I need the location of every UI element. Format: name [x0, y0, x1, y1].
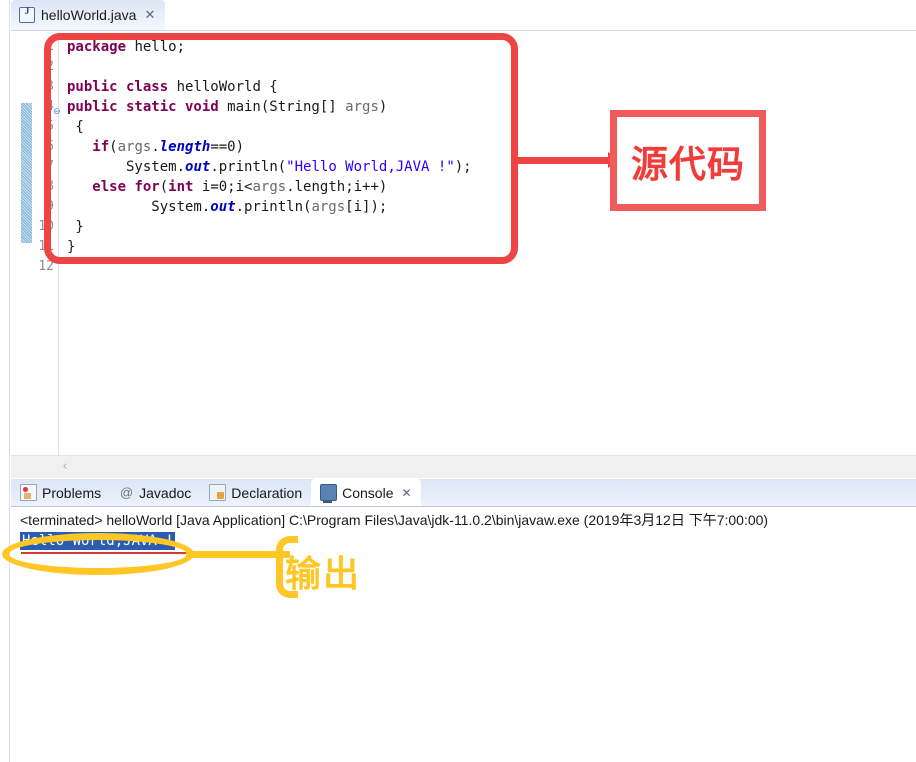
- javadoc-icon: @: [120, 485, 134, 500]
- editor-line-number-gutter: 1 2 3 4 5 6 7 8 9 10 11 12 ⊖: [11, 31, 61, 460]
- code-token: out: [210, 199, 236, 215]
- line-number: 1: [46, 39, 54, 54]
- code-line[interactable]: package hello;: [67, 37, 185, 57]
- line-number: 9: [46, 199, 54, 214]
- editor-tab-helloworld-java[interactable]: helloWorld.java ✕: [11, 0, 166, 30]
- code-token: (: [109, 139, 118, 155]
- editor-tab-label: helloWorld.java: [41, 7, 137, 23]
- code-token: System.: [67, 199, 211, 215]
- code-token: .println(: [210, 159, 287, 175]
- code-token: }: [67, 239, 76, 255]
- code-token: args: [117, 139, 152, 155]
- line-number: 6: [46, 139, 54, 154]
- annotation-output-line: [186, 551, 290, 558]
- code-token: hello;: [126, 39, 186, 55]
- code-token: int: [168, 179, 194, 195]
- bottom-tab-label: Problems: [42, 484, 102, 501]
- bottom-tab-problems[interactable]: Problems: [11, 479, 110, 506]
- code-token: (: [159, 179, 169, 195]
- line-number: 11: [38, 239, 54, 254]
- code-line[interactable]: {: [67, 117, 84, 137]
- spell-underline: [21, 552, 191, 554]
- annotation-source-code-arrow-line: [512, 157, 616, 164]
- code-token: main(String[]: [218, 99, 346, 115]
- code-line[interactable]: }: [67, 237, 75, 257]
- code-token: .length;i++): [286, 179, 388, 195]
- code-token: ): [378, 99, 388, 115]
- code-token: args: [311, 199, 346, 215]
- close-icon[interactable]: ✕: [144, 7, 155, 23]
- eclipse-ide-window: helloWorld.java ✕ 123456789101112 ⊖ pack…: [0, 0, 916, 762]
- code-token: out: [185, 159, 211, 175]
- line-number: 12: [38, 259, 54, 274]
- line-number: 7: [46, 159, 54, 174]
- code-token: );: [454, 159, 472, 175]
- editor-tab-strip: helloWorld.java ✕: [11, 0, 916, 30]
- line-number: 8: [46, 179, 54, 194]
- bottom-tab-declaration[interactable]: Declaration: [200, 479, 311, 506]
- code-token: }: [67, 219, 84, 235]
- code-token: {: [67, 119, 84, 135]
- line-number: 10: [38, 219, 54, 234]
- bottom-tab-javadoc[interactable]: @ Javadoc: [110, 479, 200, 506]
- code-line[interactable]: public static void main(String[] args): [67, 97, 387, 117]
- code-token: .println(: [235, 199, 312, 215]
- code-line[interactable]: public class helloWorld {: [67, 77, 278, 97]
- code-line[interactable]: else for(int i=0;i<args.length;i++): [67, 177, 387, 197]
- code-token: ==0): [210, 139, 245, 155]
- bottom-tab-label: Declaration: [231, 484, 303, 501]
- java-editor[interactable]: 1 2 3 4 5 6 7 8 9 10 11 12 ⊖ package hello; public c…: [11, 30, 916, 460]
- annotation-source-code-label-box: 源代码: [610, 110, 766, 211]
- line-number: 5: [46, 119, 54, 134]
- line-number: 4: [46, 99, 54, 114]
- code-token: length: [159, 139, 211, 155]
- bottom-tab-label: Console: [342, 484, 394, 501]
- code-token: "Hello World,JAVA !": [286, 159, 455, 175]
- code-token: args: [345, 99, 379, 115]
- code-line[interactable]: if(args.length==0): [67, 137, 244, 157]
- code-token: args: [252, 179, 287, 195]
- console-icon: [320, 484, 338, 503]
- window-left-rail: [0, 0, 10, 762]
- bottom-view-tab-strip: Problems @ Javadoc Declaration Console ✕: [11, 479, 916, 507]
- bottom-tab-console[interactable]: Console ✕: [311, 479, 421, 506]
- editor-code-area[interactable]: package hello; public class helloWorld {p…: [59, 31, 916, 460]
- line-number: 3: [46, 79, 54, 94]
- console-output-line[interactable]: Hello World,JAVA !: [20, 532, 175, 550]
- editor-horizontal-scrollbar[interactable]: ‹: [11, 455, 916, 478]
- code-token: public static void: [67, 99, 219, 115]
- console-status-line: <terminated> helloWorld [Java Applicatio…: [20, 512, 769, 528]
- code-token: package: [67, 39, 127, 55]
- problems-icon: [20, 484, 37, 501]
- code-token: .: [151, 139, 160, 155]
- code-token: [i]);: [345, 199, 388, 215]
- code-token: i=0;i<: [193, 179, 253, 195]
- console-view[interactable]: <terminated> helloWorld [Java Applicatio…: [11, 507, 916, 762]
- declaration-icon: [209, 484, 227, 501]
- code-token: if: [92, 139, 110, 155]
- code-token: System.: [67, 159, 186, 175]
- bottom-view-stack: Problems @ Javadoc Declaration Console ✕ <ter…: [11, 479, 916, 762]
- code-line[interactable]: System.out.println(args[i]);: [67, 197, 387, 217]
- code-line[interactable]: }: [67, 217, 84, 237]
- annotation-source-code-label: 源代码: [631, 142, 745, 186]
- code-line[interactable]: System.out.println("Hello World,JAVA !")…: [67, 157, 472, 177]
- code-token: helloWorld {: [168, 79, 278, 95]
- line-number: 2: [46, 59, 54, 74]
- code-token: public class: [67, 79, 169, 95]
- java-file-icon: [19, 6, 35, 23]
- bottom-tab-label: Javadoc: [139, 484, 192, 501]
- scroll-left-icon[interactable]: ‹: [56, 457, 74, 477]
- close-icon[interactable]: ✕: [402, 486, 412, 500]
- annotation-output-label: 输出: [285, 554, 362, 595]
- code-token: else for: [92, 179, 160, 195]
